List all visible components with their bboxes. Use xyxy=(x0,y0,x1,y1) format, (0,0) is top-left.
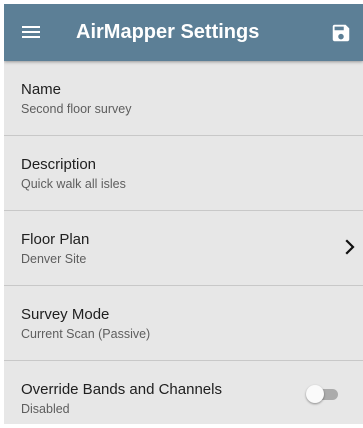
setting-label: Floor Plan xyxy=(21,231,90,248)
menu-line xyxy=(22,26,40,28)
setting-label: Override Bands and Channels xyxy=(21,381,222,398)
setting-floor-plan[interactable]: Floor Plan Denver Site xyxy=(4,211,363,286)
setting-value: Quick walk all isles xyxy=(21,177,126,191)
settings-list: Name Second floor survey Description Qui… xyxy=(4,61,363,424)
setting-label: Description xyxy=(21,156,97,173)
setting-override-bands-channels[interactable]: Override Bands and Channels Disabled xyxy=(4,361,363,424)
setting-value: Second floor survey xyxy=(21,102,132,116)
setting-label: Name xyxy=(21,81,62,98)
app-toolbar: AirMapper Settings xyxy=(4,4,363,61)
hamburger-menu-icon[interactable] xyxy=(20,21,44,43)
setting-survey-mode[interactable]: Survey Mode Current Scan (Passive) xyxy=(4,286,363,361)
setting-name[interactable]: Name Second floor survey xyxy=(4,61,363,136)
toggle-thumb xyxy=(306,385,324,403)
chevron-right-icon[interactable] xyxy=(343,239,357,255)
settings-screen: AirMapper Settings Name Second floor sur… xyxy=(4,4,363,424)
override-toggle-switch[interactable] xyxy=(306,383,340,405)
menu-line xyxy=(22,31,40,33)
setting-value: Disabled xyxy=(21,402,70,416)
setting-label: Survey Mode xyxy=(21,306,110,323)
save-icon[interactable] xyxy=(330,22,352,44)
setting-description[interactable]: Description Quick walk all isles xyxy=(4,136,363,211)
menu-line xyxy=(22,36,40,38)
setting-value: Denver Site xyxy=(21,252,87,266)
setting-value: Current Scan (Passive) xyxy=(21,327,151,341)
page-title: AirMapper Settings xyxy=(76,21,260,43)
